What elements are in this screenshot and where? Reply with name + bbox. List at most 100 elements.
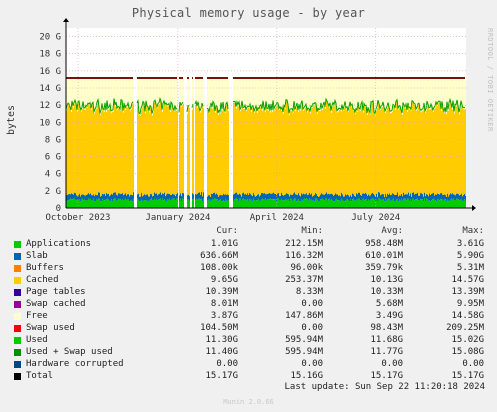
slab-area-column [461,193,462,199]
slab-area-column [433,192,434,199]
applications-area-column [264,199,265,208]
cached-area-column [399,107,400,196]
free-area-column [453,77,454,102]
cached-area-column [264,108,265,194]
free-area-column [406,77,407,106]
applications-area-column [158,199,159,208]
cached-area-column [238,105,239,195]
applications-area-column [122,199,123,208]
slab-area-column [159,193,160,200]
slab-area-column [81,194,82,200]
applications-area-column [220,199,221,208]
applications-area-column [287,199,288,208]
legend-value-avg: 610.01M [365,251,403,261]
applications-area-column [248,200,249,208]
free-area-column [223,77,224,104]
applications-area-column [427,199,428,208]
applications-area-column [440,199,441,208]
slab-area-column [358,192,359,199]
cached-area-column [287,101,288,194]
cached-area-column [419,104,420,196]
applications-area-column [127,199,128,208]
applications-area-column [175,200,176,208]
cached-area-column [373,102,374,194]
applications-area-column [329,198,330,208]
applications-area-column [275,199,276,208]
applications-area-column [449,201,450,208]
applications-area-column [156,198,157,208]
cached-area-column [102,104,103,194]
slab-area-column [321,193,322,200]
cached-area-column [416,110,417,194]
applications-area-column [310,199,311,208]
y-axis-label: bytes [6,105,17,135]
applications-area-column [268,199,269,208]
slab-area-column [464,194,465,200]
cached-area-column [165,105,166,197]
slab-area-column [105,195,106,200]
slab-area-column [385,193,386,199]
applications-area-column [104,200,105,208]
free-area-column [379,77,380,106]
cached-area-column [87,107,88,195]
free-area-column [304,77,305,110]
slab-area-column [407,194,408,199]
free-area-column [401,77,402,112]
free-area-column [118,77,119,109]
applications-area-column [198,198,199,208]
free-area-column [124,77,125,105]
cached-area-column [409,109,410,196]
slab-area-column [383,194,384,200]
cached-area-column [253,107,254,194]
cached-area-column [379,105,380,193]
applications-area-column [326,198,327,208]
free-area-column [316,77,317,106]
slab-area-column [395,195,396,201]
applications-area-column [350,199,351,208]
free-area-column [282,77,283,109]
slab-area-column [125,193,126,199]
free-area-column [429,77,430,110]
applications-area-column [126,199,127,208]
slab-area-column [459,195,460,201]
slab-area-column [86,194,87,201]
slab-area-column [155,193,156,200]
legend-value-cur: 15.17G [205,371,238,381]
free-area-column [350,77,351,104]
slab-area-column [391,194,392,201]
legend-row: Swap cached 8.01M 0.00 5.68M 9.95M [0,299,497,311]
applications-area-column [252,200,253,208]
applications-area-column [82,198,83,208]
slab-area-column [133,192,134,199]
free-area-column [288,77,289,106]
slab-area-column [267,193,268,200]
free-area-column [166,77,167,105]
applications-area-column [446,200,447,208]
cached-area-column [434,109,435,196]
slab-area-column [189,196,190,201]
legend-value-max: 15.08G [451,347,484,357]
cached-area-column [335,101,336,194]
applications-area-column [359,198,360,208]
slab-area-column [308,194,309,201]
applications-area-column [83,200,84,208]
applications-area-column [369,200,370,208]
free-area-column [389,77,390,109]
cached-area-column [338,111,339,196]
applications-area-column [266,200,267,208]
free-area-column [155,77,156,102]
applications-area-column [317,199,318,208]
free-area-column [126,77,127,107]
applications-area-column [88,198,89,208]
cached-area-column [272,112,273,194]
cached-area-column [388,103,389,195]
slab-area-column [292,194,293,201]
cached-area-column [326,100,327,193]
applications-area-column [162,198,163,208]
slab-area-column [462,196,463,201]
cached-area-column [83,102,84,195]
cached-area-column [402,114,403,197]
slab-area-column [411,196,412,202]
applications-area-column [407,198,408,208]
free-area-column [183,77,184,104]
